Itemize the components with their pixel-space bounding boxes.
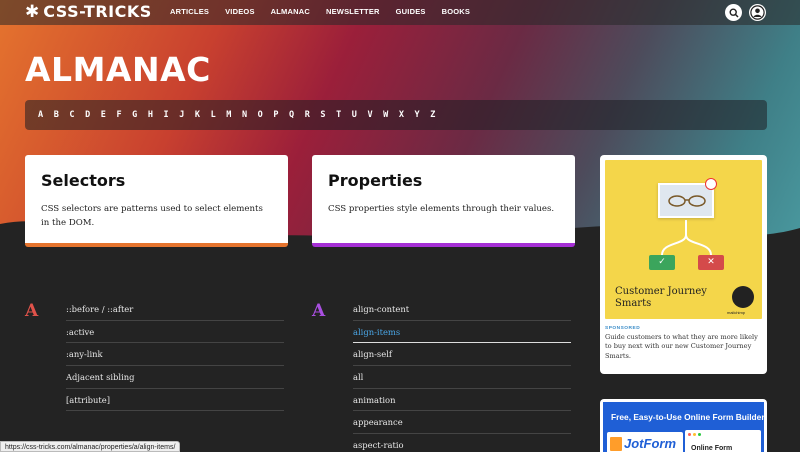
alphabet-link-g[interactable]: G [132, 110, 148, 120]
alphabet-link-a[interactable]: A [38, 110, 54, 120]
ad-image: ✓ ✕ Customer Journey Smarts mailchimp [605, 160, 762, 319]
list-item[interactable]: ::before / ::after [66, 298, 284, 321]
alphabet-link-f[interactable]: F [116, 110, 132, 120]
letter-heading: A [25, 301, 39, 321]
list-item[interactable]: appearance [353, 411, 571, 435]
sponsored-ad[interactable]: ✓ ✕ Customer Journey Smarts mailchimp SP… [600, 155, 767, 374]
list-item[interactable]: all [353, 366, 571, 389]
jotform-logo-text: JotForm [624, 436, 676, 451]
alphabet-link-w[interactable]: W [383, 110, 399, 120]
user-icon [750, 5, 765, 20]
alphabet-link-q[interactable]: Q [289, 110, 305, 120]
selectors-card[interactable]: Selectors CSS selectors are patterns use… [25, 155, 288, 247]
alphabet-link-p[interactable]: P [273, 110, 289, 120]
list-item[interactable]: [attribute] [66, 389, 284, 412]
card-description: CSS properties style elements through th… [328, 204, 555, 214]
ad-brand-text: mailchimp [727, 310, 746, 315]
jotform-ad-banner: Free, Easy-to-Use Online Form Builder Jo… [603, 402, 764, 452]
ad-heading: Customer Journey Smarts [615, 286, 707, 309]
jotform-ad-title: Free, Easy-to-Use Online Form Builder [611, 412, 764, 422]
alphabet-link-l[interactable]: L [211, 110, 227, 120]
list-item[interactable]: animation [353, 389, 571, 412]
alphabet-link-y[interactable]: Y [415, 110, 431, 120]
alphabet-link-v[interactable]: V [367, 110, 383, 120]
nav-guides[interactable]: GUIDES [396, 7, 426, 16]
nav-newsletter[interactable]: NEWSLETTER [326, 7, 380, 16]
cart-badge-icon [705, 178, 717, 190]
nav-books[interactable]: BOOKS [442, 7, 471, 16]
letter-heading: A [312, 301, 326, 321]
alphabet-link-u[interactable]: U [352, 110, 368, 120]
list-item[interactable]: :active [66, 321, 284, 344]
form-preview-text: Online Form [691, 445, 733, 452]
properties-list: align-content align-items align-self all ani… [353, 298, 571, 452]
star-icon: ✱ [25, 2, 40, 22]
nav-almanac[interactable]: ALMANAC [271, 7, 310, 16]
jotform-logo: JotForm [607, 432, 683, 452]
status-bar-url: https://css-tricks.com/almanac/propertie… [0, 441, 181, 452]
nav-videos[interactable]: VIDEOS [225, 7, 255, 16]
card-description: CSS selectors are patterns used to selec… [41, 204, 263, 228]
card-title: Selectors [41, 171, 126, 190]
nav-articles[interactable]: ARTICLES [170, 7, 209, 16]
alphabet-link-b[interactable]: B [54, 110, 70, 120]
alphabet-link-c[interactable]: C [69, 110, 85, 120]
ad-text[interactable]: Guide customers to what they are more li… [605, 333, 762, 361]
list-item[interactable]: align-items [353, 321, 571, 344]
top-navigation: ✱ CSS-TRICKS ARTICLES VIDEOS ALMANAC NEW… [0, 0, 800, 25]
main-nav: ARTICLES VIDEOS ALMANAC NEWSLETTER GUIDE… [170, 7, 486, 16]
alphabet-link-n[interactable]: N [242, 110, 258, 120]
alphabet-link-t[interactable]: T [336, 110, 352, 120]
page-title: ALMANAC [25, 50, 211, 89]
glasses-icon [668, 195, 706, 207]
search-button[interactable] [725, 4, 742, 21]
card-title: Properties [328, 171, 423, 190]
list-item[interactable]: align-content [353, 298, 571, 321]
alphabet-link-m[interactable]: M [226, 110, 242, 120]
window-dots [688, 433, 701, 436]
alphabet-nav: ABCDEFGHIJKLMNOPQRSTUVWXYZ [25, 100, 767, 130]
alphabet-link-s[interactable]: S [320, 110, 336, 120]
alphabet-link-x[interactable]: X [399, 110, 415, 120]
site-logo[interactable]: ✱ CSS-TRICKS [25, 2, 152, 22]
alphabet-link-o[interactable]: O [258, 110, 274, 120]
alphabet-link-j[interactable]: J [179, 110, 195, 120]
alphabet-link-h[interactable]: H [148, 110, 164, 120]
alphabet-link-d[interactable]: D [85, 110, 101, 120]
mailchimp-logo-icon [732, 286, 754, 308]
list-item[interactable]: :any-link [66, 343, 284, 367]
search-icon [728, 7, 739, 18]
ad-product-photo [658, 183, 714, 218]
list-item[interactable]: align-self [353, 343, 571, 367]
list-item[interactable]: aspect-ratio [353, 434, 571, 452]
user-button[interactable] [749, 4, 766, 21]
alphabet-link-e[interactable]: E [101, 110, 117, 120]
selectors-list: ::before / ::after:active:any-link Adjace… [66, 298, 284, 412]
alphabet-link-r[interactable]: R [305, 110, 321, 120]
jotform-icon [610, 437, 622, 451]
logo-text: CSS-TRICKS [43, 2, 152, 21]
alphabet-link-z[interactable]: Z [430, 110, 446, 120]
check-icon: ✓ [649, 255, 675, 270]
form-preview-window: Online Form [685, 430, 761, 452]
list-item[interactable]: Adjacent sibling [66, 366, 284, 389]
sponsored-label: SPONSORED [605, 326, 641, 331]
properties-card[interactable]: Properties CSS properties style elements… [312, 155, 575, 247]
alphabet-link-i[interactable]: I [164, 110, 180, 120]
jotform-ad[interactable]: Free, Easy-to-Use Online Form Builder Jo… [600, 399, 767, 452]
close-icon: ✕ [698, 255, 724, 270]
alphabet-link-k[interactable]: K [195, 110, 211, 120]
